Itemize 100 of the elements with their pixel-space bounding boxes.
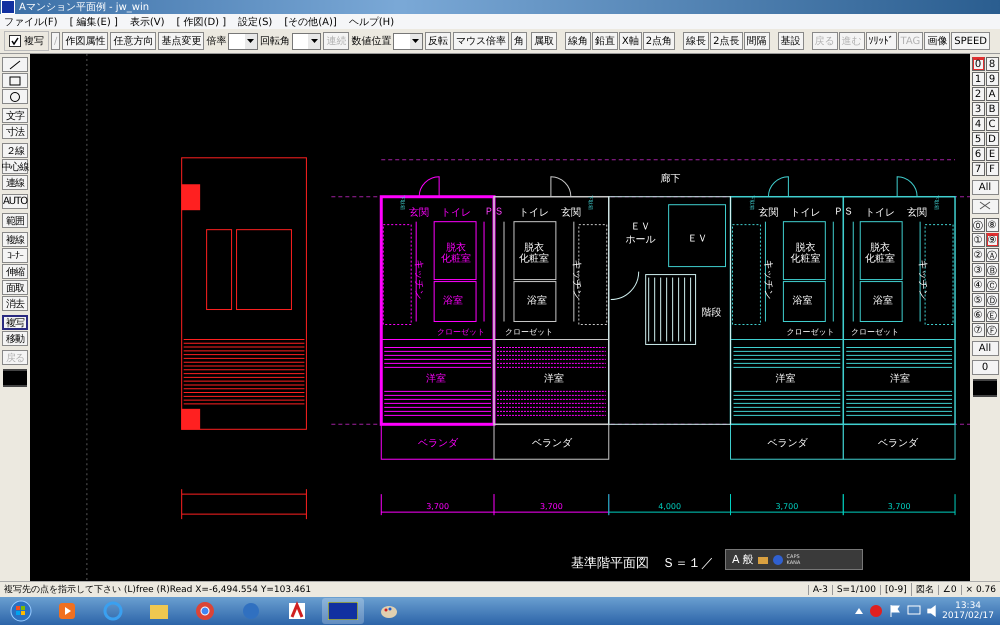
layer-group-button[interactable]: 5 — [972, 132, 984, 146]
tool-button[interactable]: 寸法 — [2, 124, 28, 139]
toolbar-button[interactable]: マウス倍率 — [452, 32, 509, 50]
toolbar-button[interactable]: 線角 — [564, 32, 591, 50]
tool-button[interactable]: 連線 — [2, 175, 28, 190]
menu-item[interactable]: ファイル(F) — [4, 14, 58, 28]
toolbar-button[interactable]: ｿﾘｯﾄﾞ — [866, 32, 897, 50]
room-label: ベランダ — [418, 438, 458, 450]
line-type-indicator — [3, 369, 27, 387]
room-label: ＥＶ — [688, 234, 708, 245]
room-label: 玄関 — [907, 208, 928, 219]
layer-group-button[interactable]: 6 — [972, 147, 984, 161]
room-label: 洋室 — [775, 373, 796, 384]
layer-group-button[interactable]: 0 — [972, 57, 984, 71]
toolbar-button[interactable]: 画像 — [924, 32, 950, 50]
layer-group-button[interactable]: 3 — [972, 102, 984, 116]
layer-button[interactable]: ⑦ — [972, 323, 984, 337]
tool-button[interactable]: 文字 — [2, 108, 28, 123]
layer-group-button[interactable]: D — [986, 132, 998, 146]
tool-button[interactable]: ２線 — [2, 143, 28, 158]
toolbar-button[interactable]: 2点角 — [642, 32, 676, 50]
dropdown-field[interactable] — [292, 32, 322, 50]
tool-button[interactable]: 範囲 — [2, 213, 28, 228]
layer-group-button[interactable]: A — [986, 87, 998, 101]
layer-button[interactable]: ⓪ — [972, 218, 984, 232]
menu-item[interactable]: ヘルプ(H) — [348, 14, 394, 28]
room-label: 脱衣 — [446, 242, 466, 254]
tool-button[interactable]: AUTO — [2, 194, 28, 209]
tool-button[interactable]: 消去 — [2, 296, 28, 311]
close-button[interactable] — [972, 199, 998, 214]
toolbar-button[interactable]: 2点長 — [710, 32, 743, 50]
tool-button[interactable] — [2, 89, 28, 104]
tool-button[interactable]: 移動 — [2, 331, 28, 346]
start-orb-icon — [10, 600, 32, 622]
all-button[interactable]: All — [972, 180, 998, 195]
menu-item[interactable]: [その他(A)] — [284, 14, 337, 28]
tool-button[interactable]: 面取 — [2, 280, 28, 295]
caret-icon — [412, 39, 420, 43]
menu-item[interactable]: 表示(V) — [130, 14, 164, 28]
layer-button[interactable]: Ⓓ — [986, 293, 998, 307]
tool-button[interactable] — [2, 57, 28, 72]
toolbar-button[interactable]: 基点変更 — [158, 32, 204, 50]
drawing-title: 基準階平面図 Ｓ＝１／ — [570, 556, 714, 572]
copy-checkbox[interactable]: 複写 — [4, 31, 49, 51]
layer-button[interactable]: ⑧ — [986, 218, 998, 232]
layer-button[interactable]: Ⓐ — [986, 248, 998, 262]
layer-group-button[interactable]: 4 — [972, 117, 984, 131]
toolbar-button[interactable]: 角 — [510, 32, 527, 50]
all-button[interactable]: All — [972, 341, 998, 356]
menu-item[interactable]: 設定(S) — [238, 14, 272, 28]
layer-button[interactable]: Ⓒ — [986, 278, 998, 292]
taskbar-app[interactable] — [322, 598, 364, 624]
layer-group-button[interactable]: 1 — [972, 72, 984, 86]
browser-icon — [103, 601, 123, 621]
toolbar-button[interactable]: 属取 — [530, 32, 557, 50]
layer-button[interactable]: Ⓔ — [986, 308, 998, 322]
toolbar-button[interactable]: 反転 — [424, 32, 451, 50]
tool-button[interactable]: 中心線 — [2, 159, 28, 174]
tool-button[interactable]: 伸縮 — [2, 264, 28, 279]
layer-button[interactable]: Ⓕ — [986, 323, 998, 337]
layer-button[interactable]: Ⓑ — [986, 263, 998, 277]
layer-button[interactable]: ⑥ — [972, 308, 984, 322]
layer-group-button[interactable]: F — [986, 162, 998, 176]
layer-group-button[interactable]: 9 — [986, 72, 998, 86]
layer-group-button[interactable]: B — [986, 102, 998, 116]
room-label: トイレ — [865, 208, 896, 219]
layer-group-button[interactable]: 7 — [972, 162, 984, 176]
toolbar-button[interactable]: 作図属性 — [62, 32, 108, 50]
layer-button[interactable]: ⑨ — [986, 233, 998, 247]
layer-button[interactable]: ③ — [972, 263, 984, 277]
layer-group-button[interactable]: C — [986, 117, 998, 131]
layer-button[interactable]: 0 — [972, 360, 998, 375]
layer-button[interactable]: ⑤ — [972, 293, 984, 307]
dropdown-field[interactable] — [228, 32, 258, 50]
room-label: 玄関 — [409, 208, 430, 219]
flag-icon — [889, 604, 902, 618]
tool-button[interactable] — [2, 73, 28, 88]
dropdown-field[interactable] — [393, 32, 423, 50]
toolbar-button[interactable]: 線長 — [683, 32, 710, 50]
room-label: 脱衣 — [870, 242, 890, 254]
toolbar-button[interactable]: 任意方向 — [110, 32, 156, 50]
toolbar-button[interactable]: 基設 — [778, 32, 804, 50]
layer-button[interactable]: ① — [972, 233, 984, 247]
layer-button[interactable]: ④ — [972, 278, 984, 292]
layer-group-button[interactable]: E — [986, 147, 998, 161]
layer-button[interactable]: ② — [972, 248, 984, 262]
toolbar-button[interactable]: 鉛直 — [592, 32, 618, 50]
tool-button[interactable]: 複線 — [2, 232, 28, 247]
field-label: 数値位置 — [351, 34, 392, 48]
tool-button[interactable]: ｺｰﾅｰ — [2, 248, 28, 263]
menu-item[interactable]: [ 編集(E) ] — [70, 14, 118, 28]
tool-button[interactable]: 複写 — [2, 315, 28, 330]
app-icon — [328, 602, 358, 620]
toolbar-button[interactable]: 間隔 — [744, 32, 770, 50]
toolbar-button[interactable]: SPEED — [951, 32, 990, 50]
layer-group-button[interactable]: 8 — [986, 57, 998, 71]
window-title: Aマンション平面例 - jw_win — [19, 1, 150, 14]
layer-group-button[interactable]: 2 — [972, 87, 984, 101]
toolbar-button[interactable]: X軸 — [618, 32, 642, 50]
menu-item[interactable]: [ 作図(D) ] — [176, 14, 226, 28]
